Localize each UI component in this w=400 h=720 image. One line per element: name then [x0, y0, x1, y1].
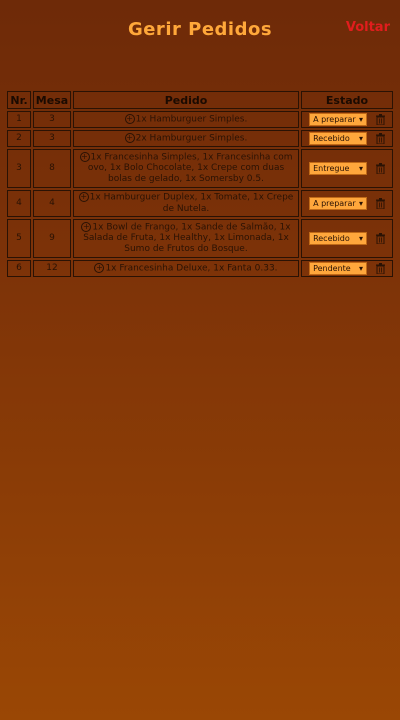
trash-icon[interactable]	[375, 163, 385, 174]
status-select[interactable]: A preparar ▾	[309, 197, 368, 210]
status-select[interactable]: Recebido ▾	[309, 132, 368, 145]
order-number: 5	[7, 219, 31, 258]
order-number: 2	[7, 130, 31, 147]
status-select[interactable]: Pendente ▾	[309, 262, 368, 275]
status-value: Recebido	[313, 234, 350, 243]
trash-icon[interactable]	[375, 263, 385, 274]
table-row: 6 12 +1x Francesinha Deluxe, 1x Fanta 0.…	[7, 260, 393, 277]
status-select[interactable]: A preparar ▾	[309, 113, 368, 126]
chevron-down-icon: ▾	[359, 115, 364, 124]
order-number: 1	[7, 111, 31, 128]
order-status-cell: Pendente ▾	[301, 260, 393, 277]
table-number: 4	[33, 190, 71, 217]
table-row: 4 4 +1x Hamburguer Duplex, 1x Tomate, 1x…	[7, 190, 393, 217]
header: Gerir Pedidos Voltar	[0, 0, 400, 60]
chevron-down-icon: ▾	[359, 234, 364, 243]
status-value: Pendente	[313, 264, 351, 273]
table-number: 8	[33, 149, 71, 188]
trash-icon[interactable]	[375, 133, 385, 144]
status-value: Entregue	[313, 164, 350, 173]
order-items: 2x Hamburguer Simples.	[135, 133, 248, 144]
status-value: Recebido	[313, 134, 350, 143]
plus-circle-icon[interactable]: +	[78, 192, 89, 203]
table-row: 5 9 +1x Bowl de Frango, 1x Sande de Salm…	[7, 219, 393, 258]
order-number: 4	[7, 190, 31, 217]
order-details: +1x Francesinha Deluxe, 1x Fanta 0.33.	[73, 260, 299, 277]
table-number: 9	[33, 219, 71, 258]
status-value: A preparar	[313, 199, 356, 208]
table-number: 3	[33, 111, 71, 128]
table-number: 3	[33, 130, 71, 147]
order-items: 1x Francesinha Deluxe, 1x Fanta 0.33.	[105, 263, 278, 274]
back-link[interactable]: Voltar	[346, 20, 390, 35]
plus-circle-icon[interactable]: +	[124, 132, 135, 143]
order-status-cell: Recebido ▾	[301, 219, 393, 258]
trash-icon[interactable]	[375, 114, 385, 125]
order-items: 1x Hamburguer Simples.	[135, 114, 248, 125]
page-title: Gerir Pedidos	[127, 19, 273, 40]
table-row: 1 3 +1x Hamburguer Simples. A preparar ▾	[7, 111, 393, 128]
trash-icon[interactable]	[375, 198, 385, 209]
column-header-nr: Nr.	[7, 91, 31, 109]
order-details: +1x Francesinha Simples, 1x Francesinha …	[73, 149, 299, 188]
order-status-cell: Recebido ▾	[301, 130, 393, 147]
order-items: 1x Francesinha Simples, 1x Francesinha c…	[87, 152, 293, 185]
column-header-estado: Estado	[301, 91, 393, 109]
table-number: 12	[33, 260, 71, 277]
order-status-cell: A preparar ▾	[301, 111, 393, 128]
table-row: 2 3 +2x Hamburguer Simples. Recebido ▾	[7, 130, 393, 147]
order-status-cell: A preparar ▾	[301, 190, 393, 217]
table-row: 3 8 +1x Francesinha Simples, 1x Francesi…	[7, 149, 393, 188]
chevron-down-icon: ▾	[359, 264, 364, 273]
plus-circle-icon[interactable]: +	[124, 113, 135, 124]
order-details: +1x Hamburguer Duplex, 1x Tomate, 1x Cre…	[73, 190, 299, 217]
plus-circle-icon[interactable]: +	[79, 151, 90, 162]
order-details: +1x Bowl de Frango, 1x Sande de Salmão, …	[73, 219, 299, 258]
chevron-down-icon: ▾	[359, 199, 364, 208]
orders-table: Nr. Mesa Pedido Estado 1 3 +1x Hamburgue…	[5, 89, 395, 279]
order-status-cell: Entregue ▾	[301, 149, 393, 188]
order-number: 6	[7, 260, 31, 277]
status-value: A preparar	[313, 115, 356, 124]
column-header-mesa: Mesa	[33, 91, 71, 109]
column-header-pedido: Pedido	[73, 91, 299, 109]
chevron-down-icon: ▾	[359, 164, 364, 173]
order-number: 3	[7, 149, 31, 188]
chevron-down-icon: ▾	[359, 134, 364, 143]
status-select[interactable]: Recebido ▾	[309, 232, 368, 245]
order-details: +1x Hamburguer Simples.	[73, 111, 299, 128]
order-items: 1x Hamburguer Duplex, 1x Tomate, 1x Crep…	[89, 192, 294, 214]
order-details: +2x Hamburguer Simples.	[73, 130, 299, 147]
plus-circle-icon[interactable]: +	[94, 262, 105, 273]
trash-icon[interactable]	[375, 233, 385, 244]
order-items: 1x Bowl de Frango, 1x Sande de Salmão, 1…	[83, 222, 291, 255]
table-header-row: Nr. Mesa Pedido Estado	[7, 91, 393, 109]
plus-circle-icon[interactable]: +	[81, 221, 92, 232]
status-select[interactable]: Entregue ▾	[309, 162, 368, 175]
